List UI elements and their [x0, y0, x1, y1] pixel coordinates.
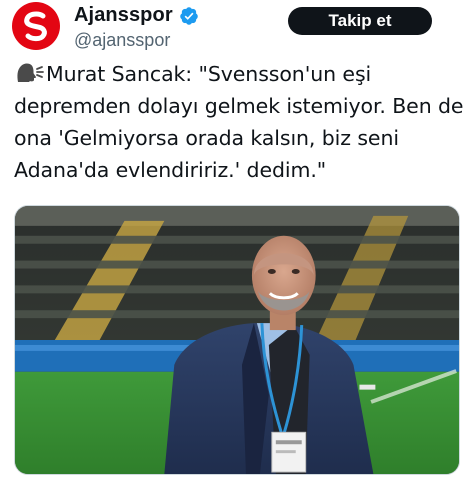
account-avatar[interactable]: [12, 2, 60, 50]
account-name-row[interactable]: Ajansspor: [74, 4, 199, 27]
stadium-portrait-photo: [15, 206, 459, 474]
display-name[interactable]: Ajansspor: [74, 4, 173, 27]
ajansspor-logo-icon: [24, 11, 47, 42]
tweet-body: Murat Sancak: "Svensson'un eşi depremden…: [14, 62, 464, 182]
speaking-head-icon: [14, 62, 44, 84]
tweet-text: Murat Sancak: "Svensson'un eşi depremden…: [14, 58, 466, 186]
verified-badge-icon: [179, 6, 199, 26]
follow-button[interactable]: Takip et: [288, 7, 432, 35]
tweet-photo[interactable]: [14, 205, 460, 475]
account-handle[interactable]: @ajansspor: [74, 30, 170, 51]
